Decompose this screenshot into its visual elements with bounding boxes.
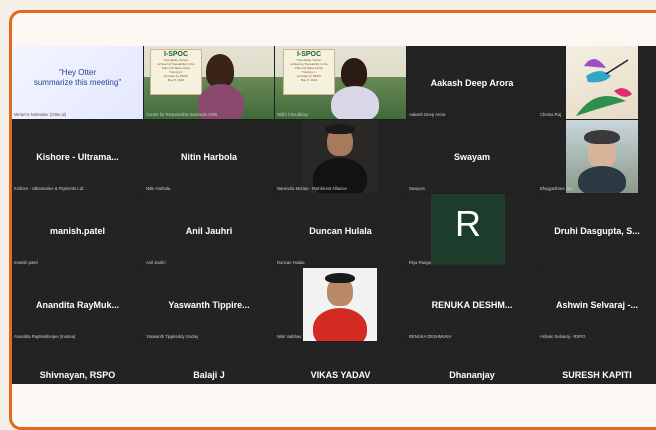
- cap-icon: [584, 130, 620, 144]
- tile-aakash[interactable]: Aakash Deep Arora Aakash Deep Arora: [407, 46, 537, 119]
- avatar-initial: R: [431, 194, 505, 265]
- participant-name: VIKAS YADAV: [310, 369, 371, 380]
- tile-chetna[interactable]: Chetna Raj: [538, 46, 656, 119]
- tile-caption: RENUKA DESHMUKH: [409, 334, 452, 339]
- nidhi-video-feed: I-SPOC Traceability Series: Achieving Tr…: [275, 46, 406, 119]
- tile-nitin-vaibhav[interactable]: Nitin Vaibhav: [275, 268, 406, 341]
- participant-name: Dhananjay: [449, 369, 495, 380]
- tile-caption: Swayam: [409, 186, 426, 191]
- participant-hair: [325, 273, 355, 283]
- tile-caption: Yaswanth Tippireddy Godrej: [146, 334, 199, 339]
- tile-caption: Anil Jauhri: [146, 260, 166, 265]
- tile-caption: Ashwin Selvaraj - RSPO: [540, 334, 586, 339]
- hummingbird-icon: [576, 58, 632, 116]
- tile-caption: Nitin Harbola: [146, 186, 171, 191]
- tile-caption: Nidhi Choudhary: [277, 112, 309, 117]
- tile-balaji[interactable]: Balaji J: [144, 342, 274, 384]
- tile-caption: Chetna Raj: [540, 112, 561, 117]
- tile-caption: Nitin Vaibhav: [277, 334, 302, 339]
- tile-suresh[interactable]: SURESH KAPITI: [538, 342, 656, 384]
- participant-name: Shivnayan, RSPO: [39, 369, 116, 380]
- participant-name: Balaji J: [193, 369, 225, 380]
- tile-swayam[interactable]: Swayam Swayam: [407, 120, 537, 193]
- presentation-slide: I-SPOC Traceability Series: Achieving Tr…: [283, 49, 335, 95]
- participant-name: Yaswanth Tippire...: [168, 299, 250, 310]
- tile-riya[interactable]: R Riya Ranga: [407, 194, 537, 267]
- hummingbird-avatar: [566, 46, 638, 119]
- tile-kishore[interactable]: Kishore - Ultrama... Kishore - Ultramari…: [12, 120, 143, 193]
- tile-caption: Anandita RayMukherjee (trustea): [14, 334, 76, 339]
- tile-ashwin[interactable]: Ashwin Selvaraj -... Ashwin Selvaraj - R…: [538, 268, 656, 341]
- tile-caption: Kishore - Ultramarine & Pigments Ltd.: [14, 186, 85, 191]
- participant-head: [206, 54, 234, 88]
- tile-nidhi-video[interactable]: I-SPOC Traceability Series: Achieving Tr…: [275, 46, 406, 119]
- tile-shivnayan[interactable]: Shivnayan, RSPO: [12, 342, 143, 384]
- video-grid: "Hey Otter summarize this meeting" Miriam…: [12, 46, 656, 384]
- participant-name: Aakash Deep Arora: [430, 77, 514, 88]
- tile-caption: Centre for Responsible Business CRB: [146, 112, 217, 117]
- participant-name: Kishore - Ultrama...: [36, 151, 119, 162]
- participant-name: Ashwin Selvaraj -...: [555, 299, 639, 310]
- tile-bhagyashree[interactable]: Bhagyashree Jain: [538, 120, 656, 193]
- tile-caption: Riya Ranga: [409, 260, 431, 265]
- tile-duncan[interactable]: Duncan Hulala Duncan Hulala: [275, 194, 406, 267]
- participant-name: Swayam: [453, 151, 491, 162]
- participant-name: Anil Jauhri: [185, 225, 233, 236]
- slide-title: I-SPOC: [163, 51, 189, 58]
- tile-anandita[interactable]: Anandita RayMuk... Anandita RayMukherjee…: [12, 268, 143, 341]
- avatar-letter: R: [455, 203, 481, 244]
- tile-caption: Narendra Mohan - Rainforest Alliance: [277, 186, 347, 191]
- participant-name: Duncan Hulala: [309, 225, 372, 236]
- tile-otter-notetaker[interactable]: "Hey Otter summarize this meeting" Miriam…: [12, 46, 143, 119]
- tile-crb-video[interactable]: I-SPOC Traceability Series: Achieving Tr…: [144, 46, 274, 119]
- tile-renuka[interactable]: RENUKA DESHM... RENUKA DESHMUKH: [407, 268, 537, 341]
- tile-nitin-harbola[interactable]: Nitin Harbola Nitin Harbola: [144, 120, 274, 193]
- tile-caption: Aakash Deep Arora: [409, 112, 446, 117]
- crb-video-feed: I-SPOC Traceability Series: Achieving Tr…: [144, 46, 274, 119]
- participant-name: Nitin Harbola: [180, 151, 237, 162]
- tile-yaswanth[interactable]: Yaswanth Tippire... Yaswanth Tippireddy …: [144, 268, 274, 341]
- nitin-vaibhav-photo: [303, 268, 377, 341]
- tile-caption: manish.patel: [14, 260, 38, 265]
- otter-prompt: "Hey Otter summarize this meeting": [33, 68, 122, 87]
- presentation-slide: I-SPOC Traceability Series: Achieving Tr…: [150, 49, 202, 95]
- narendra-video-feed: [303, 120, 377, 193]
- slide-line: May 8, 2024: [300, 78, 318, 82]
- participant-name: Druhi Dasgupta, S...: [554, 225, 640, 236]
- bhagyashree-photo: [566, 120, 638, 193]
- participant-head: [341, 58, 367, 88]
- participant-name: RENUKA DESHM...: [431, 299, 513, 310]
- participant-body: [578, 166, 626, 193]
- tile-caption: Miriam's Notetaker (Otter.ai): [14, 112, 67, 117]
- participant-body: [331, 86, 379, 119]
- slide-title: I-SPOC: [296, 51, 322, 58]
- participant-hair: [325, 124, 355, 134]
- tile-caption: Bhagyashree Jain: [540, 186, 574, 191]
- tile-druhi[interactable]: Druhi Dasgupta, S...: [538, 194, 656, 267]
- slide-line: May 8, 2024: [167, 78, 185, 82]
- tile-dhananjay[interactable]: Dhananjay: [407, 342, 537, 384]
- participant-name: SURESH KAPITI: [562, 369, 632, 380]
- tile-manish[interactable]: manish.patel manish.patel: [12, 194, 143, 267]
- tile-anil[interactable]: Anil Jauhri Anil Jauhri: [144, 194, 274, 267]
- participant-name: Anandita RayMuk...: [35, 299, 119, 310]
- participant-body: [313, 308, 367, 341]
- tile-vikas[interactable]: VIKAS YADAV: [275, 342, 406, 384]
- tile-caption: Duncan Hulala: [277, 260, 305, 265]
- participant-name: manish.patel: [49, 225, 105, 236]
- tile-narendra-video[interactable]: Narendra Mohan - Rainforest Alliance: [275, 120, 406, 193]
